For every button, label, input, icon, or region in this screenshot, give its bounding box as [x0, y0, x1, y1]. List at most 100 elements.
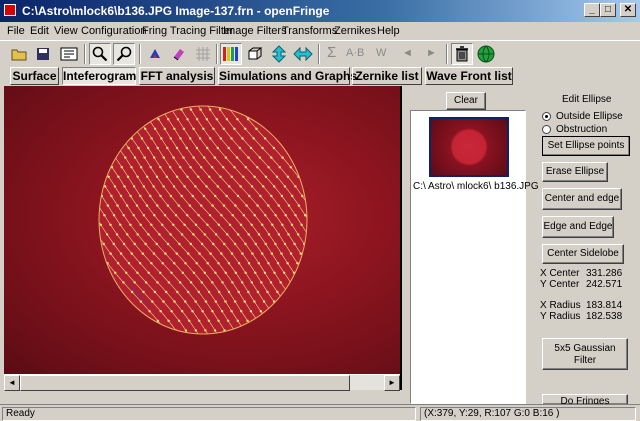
vertical-arrow-icon[interactable]	[268, 43, 290, 65]
window-title: C:\Astro\mlock6\b136.JPG Image-137.frn -…	[22, 4, 330, 18]
fringe-point	[119, 252, 123, 255]
fringe-point	[29, 147, 31, 149]
menu-zernikes[interactable]: Zernikes	[334, 25, 376, 37]
trash-icon[interactable]	[451, 43, 473, 65]
fringe-point	[77, 137, 79, 139]
next-icon[interactable]: ►	[426, 47, 437, 59]
menu-edit[interactable]: Edit	[30, 25, 49, 37]
grid-icon[interactable]	[192, 43, 214, 65]
clear-button[interactable]: Clear	[446, 92, 486, 110]
w-button[interactable]: W	[376, 47, 386, 59]
tab-inteferogram[interactable]: Inteferogram	[62, 67, 136, 85]
fringe-point	[211, 310, 214, 313]
fringe-point	[125, 271, 128, 274]
menu-help[interactable]: Help	[377, 25, 400, 37]
export-icon[interactable]	[58, 43, 80, 65]
fringe-point	[248, 194, 251, 198]
tab-surface[interactable]: Surface	[10, 67, 59, 85]
do-fringes-button[interactable]: Do Fringes	[542, 394, 628, 404]
menu-image-filters[interactable]: Image Filters	[223, 25, 287, 37]
fringe-point	[193, 99, 195, 101]
menu-configuration[interactable]: Configuration	[81, 25, 146, 37]
scroll-right-arrow-icon[interactable]: ►	[384, 375, 400, 391]
tab-zernike-list[interactable]: Zernike list	[352, 67, 422, 85]
tab-simulations-graphs[interactable]: Simulations and Graphs	[218, 67, 357, 85]
fringe-point	[165, 175, 169, 178]
fringe-point	[295, 146, 298, 150]
fringe-point	[133, 99, 135, 101]
ab-button[interactable]: A·B	[346, 47, 364, 59]
fringe-point	[71, 195, 73, 197]
image-horizontal-scrollbar[interactable]: ◄ ►	[4, 374, 400, 391]
save-icon[interactable]	[32, 43, 54, 65]
gaussian-filter-button[interactable]: 5x5 Gaussian Filter	[542, 338, 628, 370]
minimize-button[interactable]: _	[584, 3, 600, 17]
close-button[interactable]: ✕	[620, 3, 636, 17]
zoom-in-icon[interactable]	[89, 43, 111, 65]
fringe-point	[138, 262, 142, 265]
x-center-label: X Center	[540, 268, 580, 279]
prev-icon[interactable]: ◄	[402, 47, 413, 59]
fringe-point	[241, 281, 244, 284]
fringe-point	[4, 99, 5, 101]
fringe-point	[120, 137, 123, 140]
fringe-point	[111, 281, 114, 284]
color-bars-icon[interactable]	[220, 43, 242, 65]
fringe-point	[186, 214, 189, 217]
fringe-point	[313, 243, 315, 245]
fringe-point	[144, 281, 148, 284]
fringe-point	[313, 272, 315, 274]
fringe-point	[188, 319, 191, 322]
fringe-point	[244, 166, 247, 169]
fringe-point	[156, 146, 159, 150]
fringe-point	[172, 185, 176, 188]
fringe-point	[146, 175, 149, 178]
maximize-button[interactable]: □	[600, 3, 616, 17]
fringe-point	[194, 329, 197, 332]
thumbnail-image[interactable]	[429, 117, 509, 177]
fringe-point	[282, 339, 284, 341]
fringe-point	[395, 329, 397, 331]
fringe-point	[81, 195, 83, 197]
fringe-point	[194, 185, 197, 188]
scroll-left-arrow-icon[interactable]: ◄	[4, 375, 20, 391]
fringe-point	[133, 281, 136, 284]
fringe-point	[68, 204, 70, 206]
zoom-out-icon[interactable]	[113, 43, 135, 65]
obstruction-radio[interactable]	[542, 125, 551, 134]
edge-and-edge-button[interactable]: Edge and Edge	[542, 216, 614, 238]
fringe-point	[19, 108, 21, 110]
scroll-thumb[interactable]	[20, 375, 350, 391]
cube-icon[interactable]	[244, 43, 266, 65]
fringe-point	[139, 166, 143, 169]
globe-icon[interactable]	[475, 43, 497, 65]
erase-icon[interactable]	[168, 43, 190, 65]
set-ellipse-points-button[interactable]: Set Ellipse points	[542, 136, 630, 156]
panel-splitter[interactable]	[400, 86, 402, 390]
fringe-point	[388, 320, 390, 322]
fringe-point	[142, 329, 146, 332]
outside-ellipse-radio[interactable]	[542, 112, 551, 121]
tab-fft-analysis[interactable]: FFT analysis	[139, 67, 215, 85]
fringe-point	[32, 176, 34, 178]
fringe-point	[166, 146, 169, 150]
fringe-point	[296, 262, 299, 265]
tab-wave-front-list[interactable]: Wave Front list	[425, 67, 513, 85]
erase-ellipse-button[interactable]: Erase Ellipse	[542, 162, 608, 182]
center-sidelobe-button[interactable]: Center Sidelobe	[542, 244, 624, 264]
horizontal-arrow-icon[interactable]	[292, 43, 314, 65]
open-icon[interactable]	[8, 43, 30, 65]
menu-transforms[interactable]: Transforms	[282, 25, 337, 37]
sum-icon[interactable]: Σ	[327, 44, 336, 61]
fringe-point	[364, 329, 366, 331]
fringe-point	[247, 290, 250, 294]
interferogram-view[interactable]	[4, 86, 400, 374]
fringe-point	[57, 204, 59, 206]
menu-view[interactable]: View	[54, 25, 78, 37]
center-and-edge-button[interactable]: Center and edge	[542, 188, 622, 210]
fringe-point	[133, 156, 137, 159]
fringe-point	[349, 300, 351, 302]
menu-file[interactable]: File	[7, 25, 25, 37]
fill-icon[interactable]	[144, 43, 166, 65]
menu-fring-tracing-filter[interactable]: Fring Tracing Filter	[142, 25, 234, 37]
